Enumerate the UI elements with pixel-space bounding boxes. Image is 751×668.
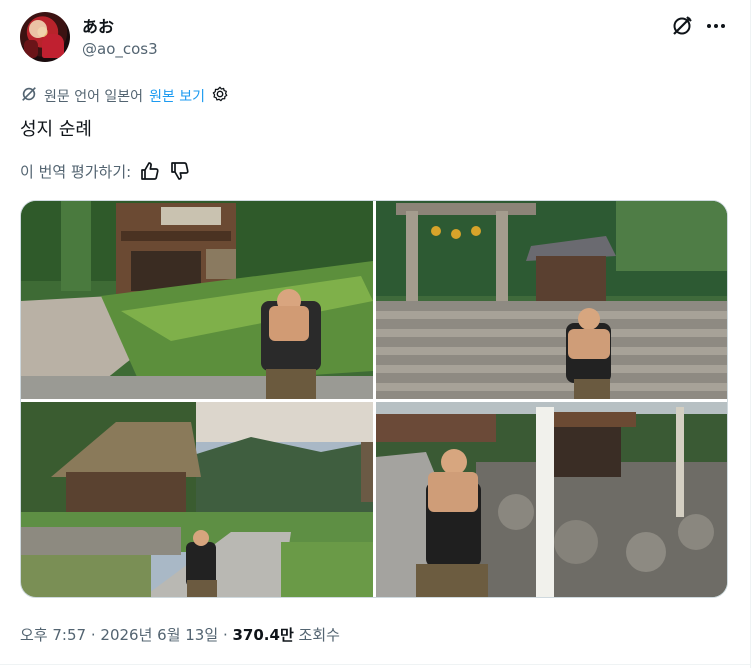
- tweet-time[interactable]: 오후 7:57: [20, 626, 86, 644]
- translate-icon: [20, 85, 38, 107]
- rate-translation-label: 이 번역 평가하기:: [20, 162, 132, 181]
- thumbs-down-icon[interactable]: [169, 160, 191, 182]
- tweet-text: 성지 순례: [20, 119, 92, 140]
- tweet-meta: 오후 7:57 · 2026년 6월 13일 · 370.4만 조회수: [20, 624, 340, 645]
- meta-separator: ·: [90, 626, 96, 644]
- meta-separator: ·: [222, 626, 228, 644]
- translation-bar: 원문 언어 일본어 원본 보기: [20, 86, 229, 106]
- tweet-date[interactable]: 2026년 6월 13일: [100, 626, 218, 644]
- gear-icon[interactable]: [211, 85, 229, 107]
- translation-language-label: 원문 언어 일본어: [44, 89, 144, 105]
- more-icon[interactable]: [704, 14, 728, 38]
- grok-icon[interactable]: [670, 14, 694, 38]
- thumbs-up-icon[interactable]: [139, 160, 161, 182]
- photo-thatched-village[interactable]: [21, 402, 373, 597]
- user-handle[interactable]: @ao_cos3: [82, 40, 158, 58]
- display-name[interactable]: あお: [82, 13, 114, 37]
- views-count: 370.4만: [232, 626, 294, 644]
- avatar[interactable]: [20, 12, 70, 62]
- photo-signpost-road[interactable]: [376, 402, 727, 597]
- show-original-link[interactable]: 원본 보기: [149, 86, 205, 106]
- media-grid: [20, 200, 728, 598]
- rate-translation-row: 이 번역 평가하기:: [20, 160, 191, 182]
- views-label: 조회수: [298, 626, 340, 644]
- photo-shrine-steps[interactable]: [376, 201, 727, 399]
- photo-house-garden[interactable]: [21, 201, 373, 399]
- tweet-card: あお @ao_cos3 원문 언어 일본어 원본 보기 성지 순례 이 번역 평…: [0, 0, 751, 668]
- divider: [0, 664, 751, 665]
